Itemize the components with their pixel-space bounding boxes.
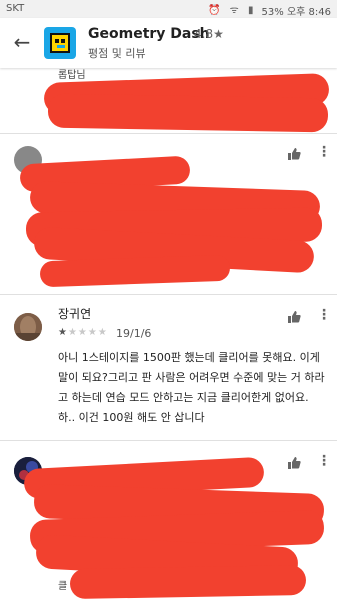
star-empty-icon: ★★★★: [67, 327, 108, 338]
redaction-scribble: [47, 93, 329, 133]
partial-text-fragment: 롭탑님: [58, 70, 86, 81]
app-icon: [44, 27, 76, 59]
thumbs-up-icon[interactable]: [287, 309, 301, 323]
page-subtitle: 평점 및 리뷰: [88, 47, 146, 60]
time-label: 오후 8:46: [286, 7, 331, 18]
review-card: 장귀연 ★★★★★ 19/1/6 ⋮ 아니 1스테이지를 1500판 했는데 클…: [0, 295, 337, 440]
thumbs-up-icon[interactable]: [287, 146, 301, 160]
thumbs-up-icon[interactable]: [287, 455, 301, 469]
star-rating: ★★★★★: [58, 327, 108, 338]
battery-label: 53%: [261, 7, 284, 18]
app-rating: 4.8★: [194, 27, 224, 41]
review-author: 장귀연: [58, 307, 92, 321]
app-bar: ← Geometry Dash 4.8★ 평점 및 리뷰: [0, 18, 337, 68]
status-bar: SKT ⏰ ᯤ ▮ 53% 오후 8:46: [0, 0, 337, 18]
more-vertical-icon[interactable]: ⋮: [317, 307, 331, 323]
review-text: 아니 1스테이지를 1500판 했는데 클리어를 못해요. 이게 말이 되요?그…: [58, 351, 325, 424]
review-card: ⋮: [0, 134, 337, 294]
avatar[interactable]: [14, 313, 42, 341]
status-icons: ⏰ ᯤ ▮: [208, 5, 257, 16]
status-right: 53% 오후 8:46: [262, 3, 331, 18]
partial-text-fragment: 클: [58, 581, 68, 592]
app-title: Geometry Dash: [88, 26, 210, 42]
more-vertical-icon[interactable]: ⋮: [317, 144, 331, 160]
back-arrow-icon[interactable]: ←: [10, 30, 34, 54]
star-filled-icon: ★: [58, 327, 68, 338]
game-face-icon: [50, 33, 70, 53]
review-card: ⋮ 클: [0, 441, 337, 599]
carrier-label: SKT: [6, 3, 25, 14]
redaction-scribble: [39, 254, 231, 288]
review-date: 19/1/6: [116, 327, 152, 340]
redaction-scribble: [69, 564, 307, 599]
more-vertical-icon[interactable]: ⋮: [317, 453, 331, 469]
